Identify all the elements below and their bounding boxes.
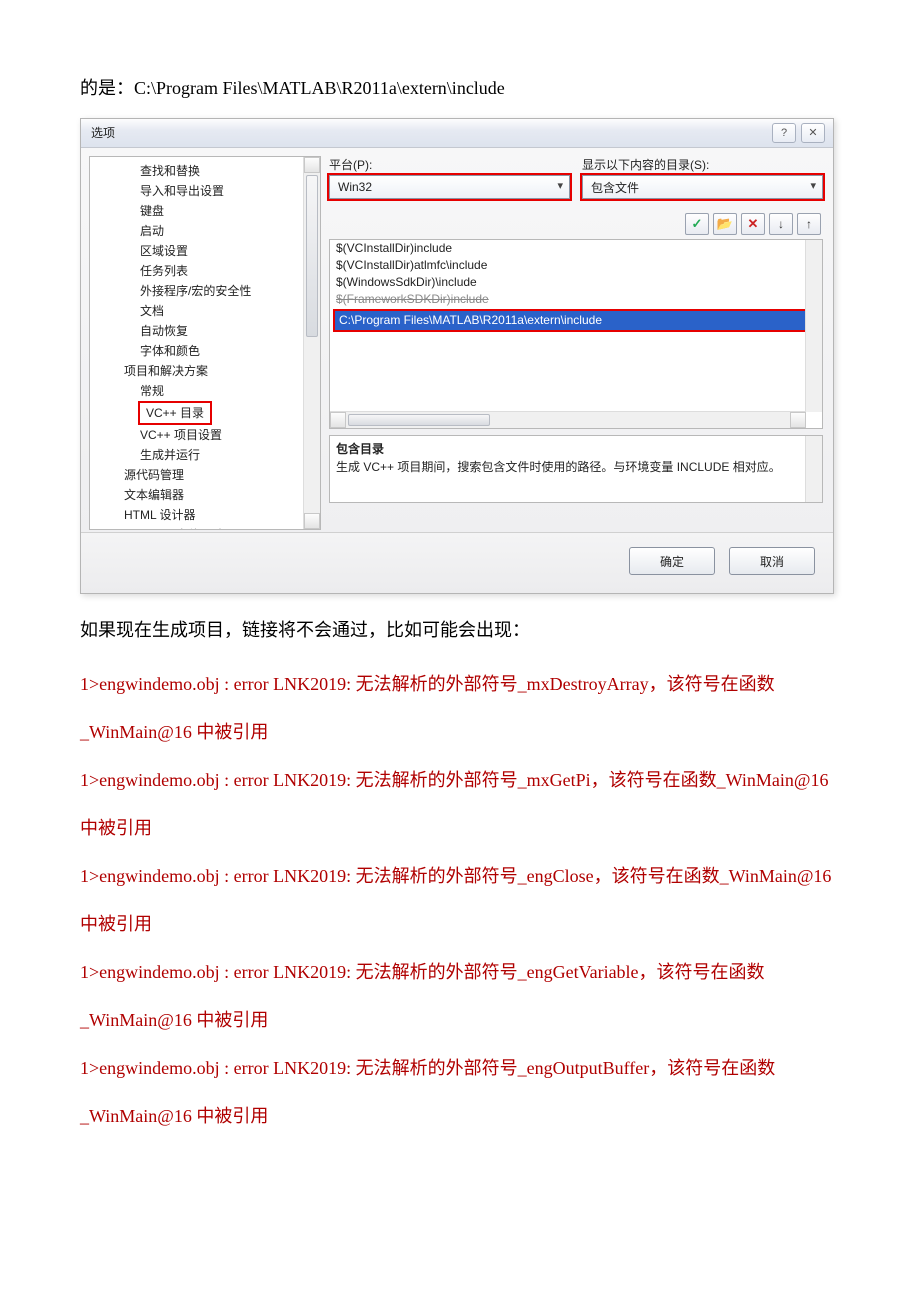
tree-group[interactable]: Windows 窗体设计器 (90, 525, 320, 530)
tree-group[interactable]: HTML 设计器 (90, 505, 320, 525)
tree-item[interactable]: 文档 (90, 301, 320, 321)
cancel-button[interactable]: 取消 (729, 547, 815, 575)
directories-list[interactable]: $(VCInstallDir)include $(VCInstallDir)at… (329, 239, 823, 429)
after-dialog-text: 如果现在生成项目，链接将不会通过，比如可能会出现： (80, 612, 840, 648)
showdir-value: 包含文件 (591, 179, 639, 196)
list-h-scrollbar[interactable] (330, 411, 806, 428)
dialog-titlebar: 选项 ? ✕ (81, 119, 833, 148)
error-line: 1>engwindemo.obj : error LNK2019: 无法解析的外… (80, 1044, 840, 1092)
tree-item[interactable]: 任务列表 (90, 261, 320, 281)
options-dialog: 选项 ? ✕ 查找和替换 导入和导出设置 键盘 启动 区域设置 任务列表 外接程… (80, 118, 834, 594)
intro-text: 的是：C:\Program Files\MATLAB\R2011a\extern… (80, 70, 840, 106)
options-tree[interactable]: 查找和替换 导入和导出设置 键盘 启动 区域设置 任务列表 外接程序/宏的安全性… (89, 156, 321, 530)
error-line: 中被引用 (80, 900, 840, 948)
platform-label: 平台(P): (329, 156, 570, 173)
tree-item[interactable]: 导入和导出设置 (90, 181, 320, 201)
list-item-selected[interactable]: C:\Program Files\MATLAB\R2011a\extern\in… (333, 309, 819, 332)
folder-icon[interactable]: 📂 (713, 213, 737, 235)
error-line: _WinMain@16 中被引用 (80, 708, 840, 756)
error-line: _WinMain@16 中被引用 (80, 1092, 840, 1140)
close-button[interactable]: ✕ (801, 123, 825, 143)
ok-button[interactable]: 确定 (629, 547, 715, 575)
platform-combo[interactable]: Win32 (329, 175, 570, 199)
tree-item[interactable]: 自动恢复 (90, 321, 320, 341)
error-line: _WinMain@16 中被引用 (80, 996, 840, 1044)
tree-item[interactable]: 常规 (90, 381, 320, 401)
error-output: 1>engwindemo.obj : error LNK2019: 无法解析的外… (80, 660, 840, 1140)
delete-icon[interactable]: ✕ (741, 213, 765, 235)
tree-item[interactable]: 查找和替换 (90, 161, 320, 181)
list-v-scrollbar[interactable] (805, 240, 822, 412)
tree-item[interactable]: 启动 (90, 221, 320, 241)
move-down-icon[interactable]: ↓ (769, 213, 793, 235)
tree-group[interactable]: 文本编辑器 (90, 485, 320, 505)
platform-value: Win32 (338, 180, 372, 194)
tree-item[interactable]: 生成并运行 (90, 445, 320, 465)
check-icon[interactable]: ✓ (685, 213, 709, 235)
tree-item-selected[interactable]: VC++ 目录 (138, 401, 212, 425)
help-button[interactable]: ? (772, 123, 796, 143)
dialog-title: 选项 (91, 119, 767, 147)
tree-item[interactable]: 区域设置 (90, 241, 320, 261)
showdir-label: 显示以下内容的目录(S): (582, 156, 823, 173)
error-line: 1>engwindemo.obj : error LNK2019: 无法解析的外… (80, 948, 840, 996)
tree-item[interactable]: VC++ 项目设置 (90, 425, 320, 445)
error-line: 中被引用 (80, 804, 840, 852)
description-box: 包含目录 生成 VC++ 项目期间，搜索包含文件时使用的路径。与环境变量 INC… (329, 435, 823, 503)
tree-item[interactable]: 外接程序/宏的安全性 (90, 281, 320, 301)
tree-item[interactable]: 键盘 (90, 201, 320, 221)
list-item[interactable]: $(WindowsSdkDir)\include (330, 274, 822, 291)
description-body: 生成 VC++ 项目期间，搜索包含文件时使用的路径。与环境变量 INCLUDE … (336, 458, 816, 476)
desc-scrollbar[interactable] (805, 436, 822, 502)
move-up-icon[interactable]: ↑ (797, 213, 821, 235)
showdir-combo[interactable]: 包含文件 (582, 175, 823, 199)
list-item-disabled[interactable]: $(FrameworkSDKDir)include (330, 291, 822, 308)
error-line: 1>engwindemo.obj : error LNK2019: 无法解析的外… (80, 756, 840, 804)
tree-scrollbar[interactable] (303, 157, 320, 529)
error-line: 1>engwindemo.obj : error LNK2019: 无法解析的外… (80, 852, 840, 900)
description-heading: 包含目录 (336, 440, 816, 458)
tree-group[interactable]: 项目和解决方案 (90, 361, 320, 381)
list-item[interactable]: $(VCInstallDir)include (330, 240, 822, 257)
tree-group[interactable]: 源代码管理 (90, 465, 320, 485)
error-line: 1>engwindemo.obj : error LNK2019: 无法解析的外… (80, 660, 840, 708)
list-toolbar: ✓ 📂 ✕ ↓ ↑ (329, 213, 821, 235)
tree-item[interactable]: 字体和颜色 (90, 341, 320, 361)
list-item[interactable]: $(VCInstallDir)atlmfc\include (330, 257, 822, 274)
